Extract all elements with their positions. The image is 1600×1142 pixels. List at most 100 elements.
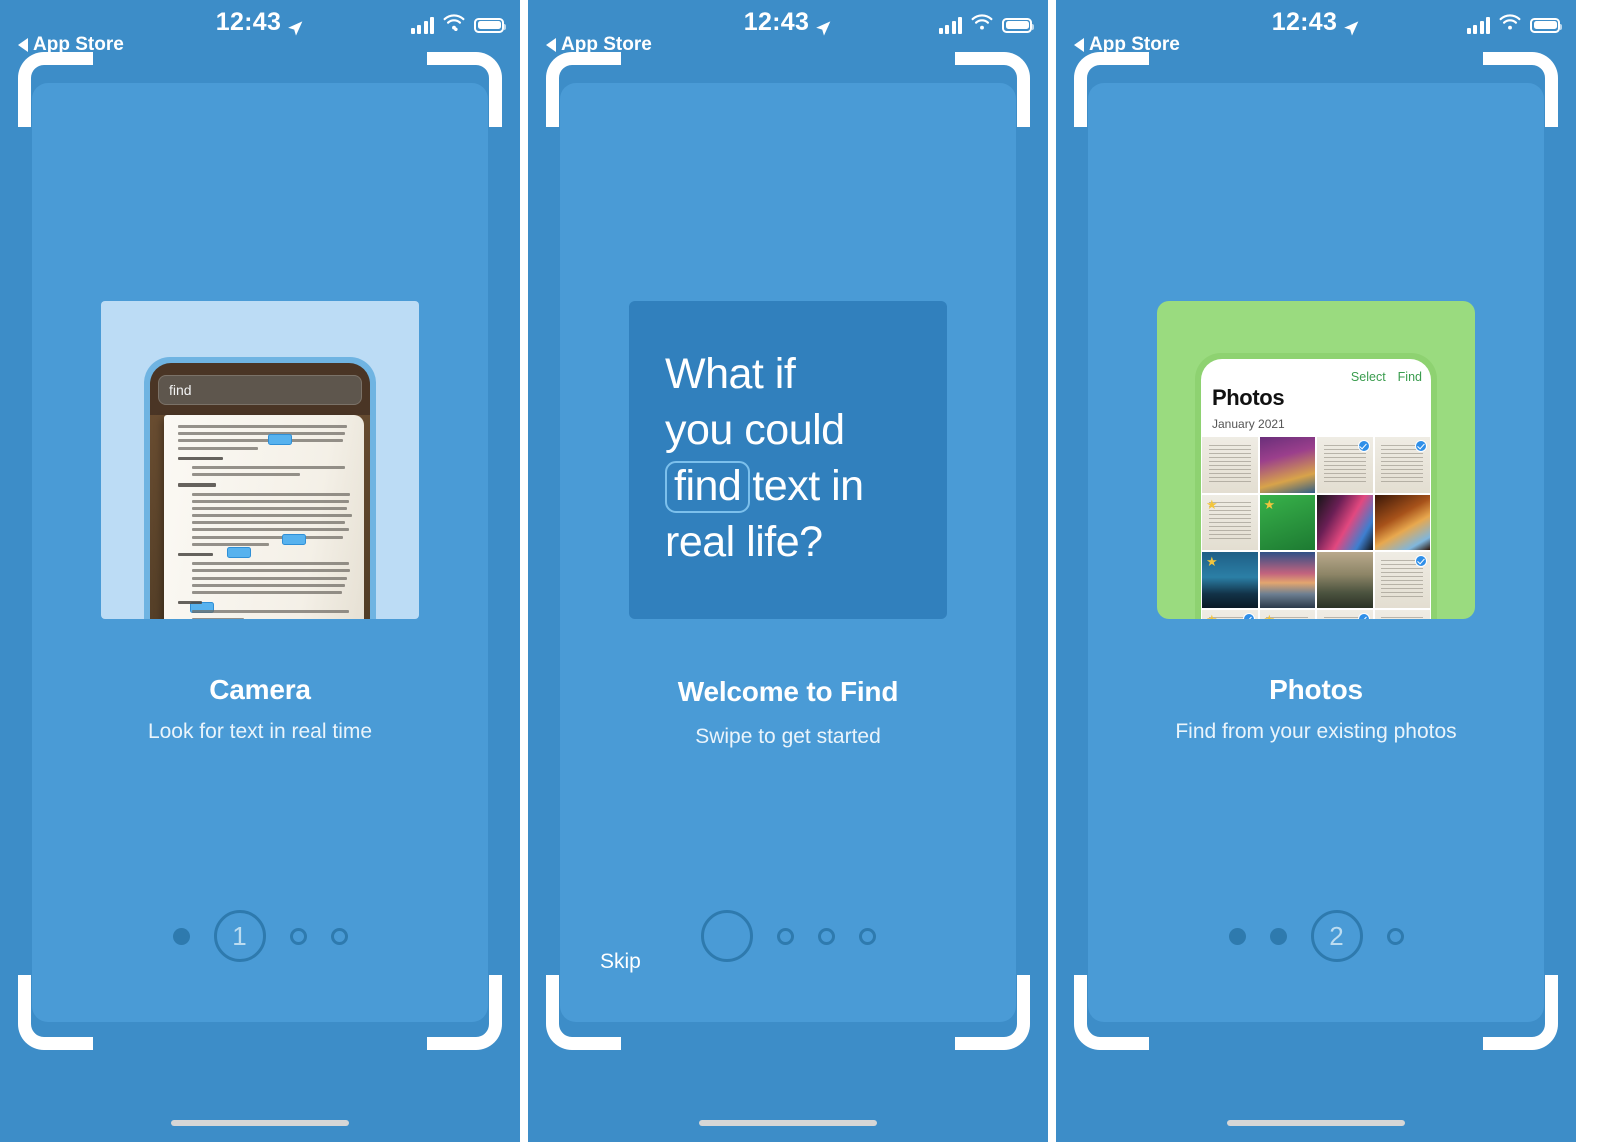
photos-section-label: January 2021 — [1212, 417, 1285, 431]
quote-line-4: real life? — [665, 517, 823, 566]
photo-thumbnail[interactable]: ★ — [1202, 494, 1258, 550]
welcome-quote-card: What if you could find text in real life? — [629, 301, 947, 619]
book-text-block — [178, 425, 353, 619]
scanner-bracket-bottom-right — [955, 975, 1030, 1050]
page-dot[interactable] — [1228, 927, 1246, 945]
photo-thumbnail[interactable]: ★ — [1259, 494, 1315, 550]
triangle-left-icon — [18, 38, 28, 52]
photo-thumbnail[interactable] — [1317, 609, 1373, 619]
selected-check-icon — [1357, 440, 1370, 452]
page-dot[interactable] — [330, 927, 348, 945]
status-bar-time: 12:43 — [743, 8, 810, 36]
caption-photos: Photos Find from your existing photos — [1088, 674, 1544, 744]
illustration-phone-body: Select Find Photos January 2021 — [1195, 353, 1437, 619]
illustration-book-page — [164, 415, 364, 619]
onboarding-screenshot-strip: 12:43 App Store find Camera Look for tex… — [0, 0, 1600, 1142]
quote-text: What if you could find text in real life? — [665, 347, 927, 571]
caption-welcome: Welcome to Find Swipe to get started — [560, 676, 1016, 749]
page-dot-current[interactable]: 1 — [213, 910, 266, 962]
photo-thumbnail[interactable] — [1259, 552, 1315, 608]
cellular-signal-icon — [410, 16, 434, 34]
illustration-phone-screen: find — [150, 363, 370, 619]
location-arrow-icon — [1343, 15, 1360, 36]
page-dot[interactable] — [172, 927, 190, 945]
scanner-bracket-top-left — [1074, 52, 1149, 127]
illustration-find-query: find — [169, 382, 192, 398]
phone-panel-camera: 12:43 App Store find Camera Look for tex… — [0, 0, 520, 1142]
photo-thumbnail[interactable] — [1374, 437, 1430, 493]
scanner-bracket-top-right — [1483, 52, 1558, 127]
text-highlight-find — [282, 534, 307, 545]
quote-highlight-find: find — [665, 460, 751, 514]
caption-title: Camera — [209, 674, 311, 705]
illustration-phone-body: find — [144, 357, 376, 619]
battery-icon — [474, 17, 506, 33]
photo-thumbnail[interactable] — [1202, 437, 1258, 493]
hero-area-welcome: What if you could find text in real life? — [560, 301, 1016, 619]
photos-thumbnail-grid: ★ ★ ★ ★ ★ — [1201, 437, 1431, 619]
scanner-bracket-bottom-left — [18, 975, 93, 1050]
quote-line-3: find text in — [665, 459, 927, 515]
page-dot[interactable] — [817, 927, 835, 945]
photos-select-button[interactable]: Select — [1351, 370, 1386, 384]
triangle-left-icon — [546, 38, 556, 52]
caption-camera: Camera Look for text in real time — [32, 674, 488, 744]
cellular-signal-icon — [938, 16, 962, 34]
caption-title: Welcome to Find — [677, 676, 899, 707]
location-arrow-icon — [815, 15, 832, 36]
scanner-bracket-bottom-right — [1483, 975, 1558, 1050]
triangle-left-icon — [1074, 38, 1084, 52]
caption-subtitle: Swipe to get started — [695, 725, 881, 748]
status-bar-indicators — [1466, 14, 1562, 36]
page-dot[interactable] — [289, 927, 307, 945]
cellular-signal-icon — [1466, 16, 1490, 34]
status-bar-time: 12:43 — [215, 8, 282, 36]
wifi-icon — [443, 14, 465, 36]
caption-subtitle: Find from your existing photos — [1175, 720, 1457, 743]
selected-check-icon — [1415, 440, 1427, 452]
page-dot-current[interactable] — [700, 910, 753, 962]
page-dot[interactable] — [858, 927, 876, 945]
photo-thumbnail[interactable]: ★ — [1202, 552, 1258, 608]
photos-nav-actions: Select Find — [1351, 370, 1422, 384]
status-bar: 12:43 App Store — [528, 0, 1048, 60]
caption-title: Photos — [1269, 674, 1363, 705]
photo-thumbnail[interactable] — [1317, 437, 1373, 493]
caption-subtitle: Look for text in real time — [147, 720, 373, 743]
page-dot[interactable] — [1386, 927, 1404, 945]
page-dot[interactable] — [776, 927, 794, 945]
photo-thumbnail[interactable] — [1317, 494, 1373, 550]
photo-thumbnail[interactable]: ★ — [1202, 609, 1258, 619]
home-indicator — [171, 1120, 349, 1126]
home-indicator — [1227, 1120, 1405, 1126]
photo-thumbnail[interactable] — [1259, 437, 1315, 493]
scanner-bracket-top-left — [18, 52, 93, 127]
photo-thumbnail[interactable] — [1374, 494, 1430, 550]
photos-find-button[interactable]: Find — [1398, 370, 1422, 384]
page-dot[interactable] — [1269, 927, 1287, 945]
home-indicator — [699, 1120, 877, 1126]
hero-area-photos: Select Find Photos January 2021 — [1088, 301, 1544, 619]
status-bar-indicators — [938, 14, 1034, 36]
photo-thumbnail[interactable] — [1374, 552, 1430, 608]
location-arrow-icon — [287, 15, 304, 36]
photo-thumbnail[interactable]: ★ — [1259, 609, 1315, 619]
camera-hero-illustration: find — [101, 301, 419, 619]
quote-line-2: you could — [665, 405, 845, 454]
page-indicator[interactable]: 2 — [1088, 910, 1544, 962]
photo-thumbnail[interactable] — [1374, 609, 1430, 619]
page-indicator[interactable] — [560, 910, 1016, 962]
phone-panel-photos: 12:43 App Store Select Find Photos Janua… — [1056, 0, 1576, 1142]
status-bar-time-group: 12:43 — [1272, 8, 1360, 37]
page-dot-current[interactable]: 2 — [1310, 910, 1363, 962]
hero-area-camera: find — [32, 301, 488, 619]
wifi-icon — [1499, 14, 1521, 36]
photo-thumbnail[interactable] — [1317, 552, 1373, 608]
wifi-icon — [971, 14, 993, 36]
selected-check-icon — [1357, 612, 1370, 619]
text-highlight-find — [268, 434, 293, 445]
page-indicator[interactable]: 1 — [32, 910, 488, 962]
scanner-bracket-top-right — [427, 52, 502, 127]
status-bar-indicators — [410, 14, 506, 36]
status-bar: 12:43 App Store — [1056, 0, 1576, 60]
